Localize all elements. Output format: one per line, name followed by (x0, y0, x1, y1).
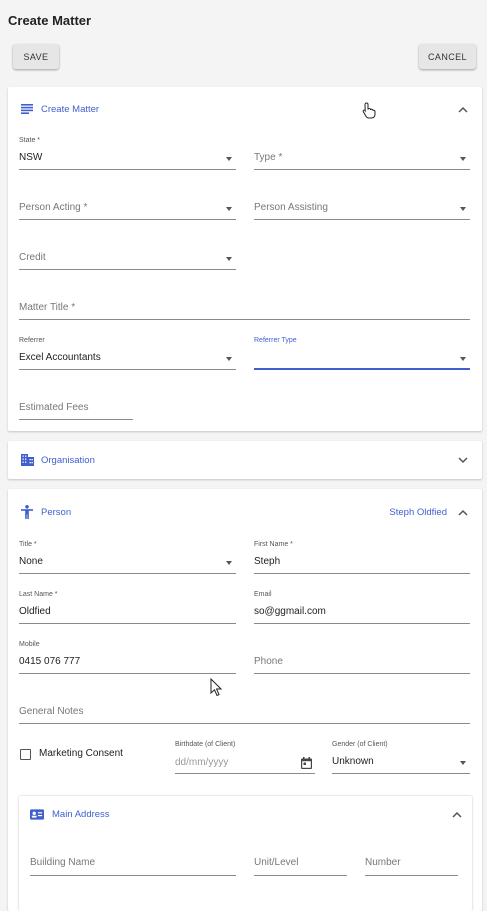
referrer-value: Excel Accountants (19, 352, 101, 363)
title-select[interactable]: Title * None (19, 541, 236, 575)
organisation-panel-title: Organisation (41, 454, 95, 466)
unit-level-placeholder: Unit/Level (254, 857, 299, 868)
marketing-consent-label: Marketing Consent (39, 748, 123, 759)
main-address-panel-header[interactable]: Main Address (19, 802, 472, 826)
organisation-panel-header[interactable]: Organisation (8, 448, 482, 472)
gender-select[interactable]: Gender (of Client) Unknown (332, 741, 470, 775)
estimated-fees-placeholder: Estimated Fees (19, 402, 89, 413)
chevron-up-icon[interactable] (458, 507, 468, 517)
email-label: Email (254, 591, 272, 598)
main-address-panel-title: Main Address (52, 808, 110, 820)
gender-label: Gender (of Client) (332, 741, 388, 748)
dropdown-caret-icon (226, 207, 232, 211)
cancel-button[interactable]: CANCEL (419, 44, 476, 69)
dropdown-caret-icon (460, 157, 466, 161)
referrer-label: Referrer (19, 337, 45, 344)
notes-icon (20, 102, 34, 116)
state-label: State * (19, 137, 41, 144)
hand-pointer-icon (362, 102, 376, 124)
type-placeholder: Type * (254, 152, 283, 163)
mobile-field[interactable]: Mobile 0415 076 777 (19, 641, 236, 675)
first-name-label: First Name * (254, 541, 293, 548)
address-card-icon (30, 807, 44, 821)
estimated-fees-field[interactable]: Estimated Fees (19, 387, 133, 421)
person-panel: Person Steph Oldfied Title * None First … (8, 489, 482, 911)
unit-level-field[interactable]: Unit/Level (254, 851, 347, 885)
arrow-pointer-icon (210, 677, 223, 702)
title-label: Title * (19, 541, 37, 548)
chevron-up-icon[interactable] (458, 104, 468, 114)
dropdown-caret-icon (226, 257, 232, 261)
calendar-icon[interactable] (301, 756, 312, 774)
number-placeholder: Number (365, 857, 401, 868)
referrer-type-select[interactable]: Referrer Type (254, 337, 470, 371)
organisation-panel: Organisation (8, 441, 482, 479)
referrer-type-label: Referrer Type (254, 337, 297, 344)
general-notes-field[interactable]: General Notes (19, 691, 470, 725)
mobile-value: 0415 076 777 (19, 656, 81, 667)
person-acting-select[interactable]: Person Acting * (19, 187, 236, 221)
matter-title-field[interactable]: Matter Title * (19, 287, 470, 321)
person-icon (20, 505, 34, 519)
phone-field[interactable]: Phone (254, 641, 470, 675)
first-name-value: Steph (254, 556, 281, 567)
general-notes-placeholder: General Notes (19, 706, 84, 717)
dropdown-caret-icon (460, 761, 466, 765)
first-name-field[interactable]: First Name * Steph (254, 541, 470, 575)
building-name-field[interactable]: Building Name (30, 851, 236, 885)
credit-select[interactable]: Credit (19, 237, 236, 271)
email-value: so@ggmail.com (254, 606, 326, 617)
email-field[interactable]: Email so@ggmail.com (254, 591, 470, 625)
person-acting-placeholder: Person Acting * (19, 202, 88, 213)
chevron-down-icon[interactable] (458, 455, 468, 465)
dropdown-caret-icon (226, 157, 232, 161)
last-name-value: Oldfied (19, 606, 51, 617)
person-panel-header[interactable]: Person Steph Oldfied (8, 500, 482, 524)
person-assisting-placeholder: Person Assisting (254, 202, 328, 213)
state-select[interactable]: State * NSW (19, 137, 236, 171)
title-value: None (19, 556, 43, 567)
create-matter-panel-header[interactable]: Create Matter (8, 97, 482, 121)
birthdate-label: Birthdate (of Client) (175, 741, 236, 748)
page-title: Create Matter (8, 13, 92, 28)
matter-title-placeholder: Matter Title * (19, 302, 76, 313)
state-value: NSW (19, 152, 43, 163)
chevron-up-icon[interactable] (452, 809, 462, 819)
create-matter-panel: Create Matter State * NSW Type * Person … (8, 87, 482, 431)
dropdown-caret-icon (226, 561, 232, 565)
number-field[interactable]: Number (365, 851, 458, 885)
phone-placeholder: Phone (254, 656, 283, 667)
building-name-placeholder: Building Name (30, 857, 96, 868)
birthdate-placeholder: dd/mm/yyyy (175, 757, 229, 768)
save-button[interactable]: SAVE (13, 44, 59, 69)
person-name-summary: Steph Oldfied (389, 506, 447, 518)
last-name-field[interactable]: Last Name * Oldfied (19, 591, 236, 625)
marketing-consent-checkbox[interactable] (20, 749, 31, 760)
main-address-panel: Main Address Building Name Unit/Level Nu… (19, 796, 472, 911)
person-panel-title: Person (41, 506, 72, 518)
dropdown-caret-icon (226, 357, 232, 361)
building-icon (20, 453, 34, 467)
referrer-select[interactable]: Referrer Excel Accountants (19, 337, 236, 371)
birthdate-field[interactable]: Birthdate (of Client) dd/mm/yyyy (175, 741, 315, 775)
create-matter-panel-title: Create Matter (41, 103, 100, 115)
gender-value: Unknown (332, 756, 374, 767)
dropdown-caret-icon (460, 357, 466, 361)
person-assisting-select[interactable]: Person Assisting (254, 187, 470, 221)
type-select[interactable]: Type * (254, 137, 470, 171)
credit-placeholder: Credit (19, 252, 46, 263)
dropdown-caret-icon (460, 207, 466, 211)
mobile-label: Mobile (19, 641, 40, 648)
last-name-label: Last Name * (19, 591, 58, 598)
